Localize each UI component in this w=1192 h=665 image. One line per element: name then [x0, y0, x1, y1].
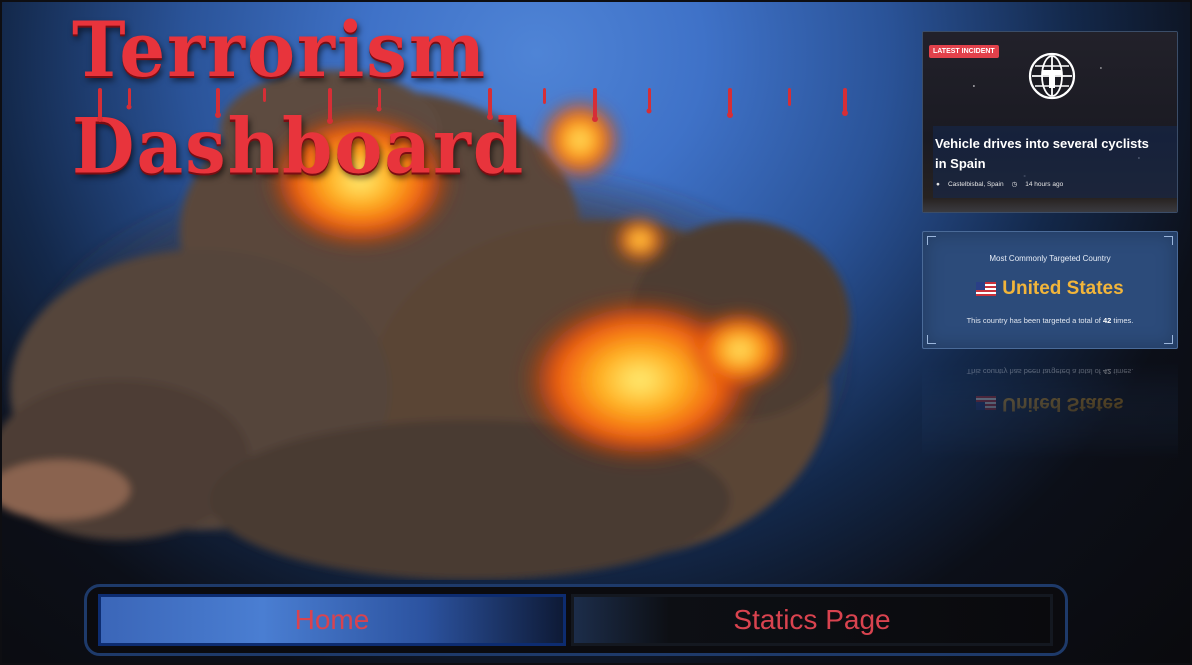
- reflection-description: This country has been targeted a total o…: [922, 367, 1178, 376]
- latest-incident-card[interactable]: LATEST INCIDENT Vehicle drives into seve…: [922, 31, 1178, 213]
- country-row: United States: [923, 278, 1177, 300]
- reflection-country-name: United States: [1002, 393, 1124, 414]
- targeted-country-label: Most Commonly Targeted Country: [989, 254, 1111, 263]
- reflection-desc-suffix: times.: [1113, 367, 1134, 376]
- us-flag-icon: [976, 282, 997, 296]
- corner-decoration: [1164, 236, 1173, 245]
- desc-prefix: This country has been targeted a total o…: [966, 316, 1101, 325]
- targeted-country-description: This country has been targeted a total o…: [923, 316, 1177, 325]
- corner-decoration: [927, 236, 936, 245]
- reflection-desc-prefix: This country has been targeted a total o…: [966, 367, 1101, 376]
- reflection-row: United States: [922, 392, 1178, 414]
- incident-title[interactable]: Vehicle drives into several cyclists in …: [935, 134, 1160, 174]
- targeted-country-name: United States: [1002, 278, 1124, 299]
- statics-page-button[interactable]: Statics Page: [571, 594, 1053, 646]
- home-button[interactable]: Home: [98, 594, 566, 646]
- clock-icon: ◷: [1011, 181, 1018, 188]
- globe-icon: [1028, 52, 1076, 100]
- incident-location: Castelbisbal, Spain: [947, 180, 1004, 188]
- incident-meta: ● Castelbisbal, Spain ◷ 14 hours ago: [936, 180, 1064, 189]
- desc-suffix: times.: [1113, 316, 1134, 325]
- reflection-count: 42: [1102, 367, 1112, 376]
- target-count: 42: [1102, 316, 1112, 325]
- us-flag-icon: [976, 396, 997, 410]
- location-pin-icon: ●: [936, 180, 940, 188]
- blood-drips-decoration: [97, 88, 848, 124]
- corner-decoration: [1164, 335, 1173, 344]
- incident-ground-decoration: [923, 198, 1177, 212]
- latest-incident-badge: LATEST INCIDENT: [929, 45, 999, 58]
- country-card-reflection: United States This country has been targ…: [922, 360, 1178, 460]
- targeted-country-card: Most Commonly Targeted Country United St…: [922, 231, 1178, 349]
- incident-time: 14 hours ago: [1025, 180, 1064, 188]
- bottom-nav: Home Statics Page: [84, 584, 1068, 656]
- corner-decoration: [927, 335, 936, 344]
